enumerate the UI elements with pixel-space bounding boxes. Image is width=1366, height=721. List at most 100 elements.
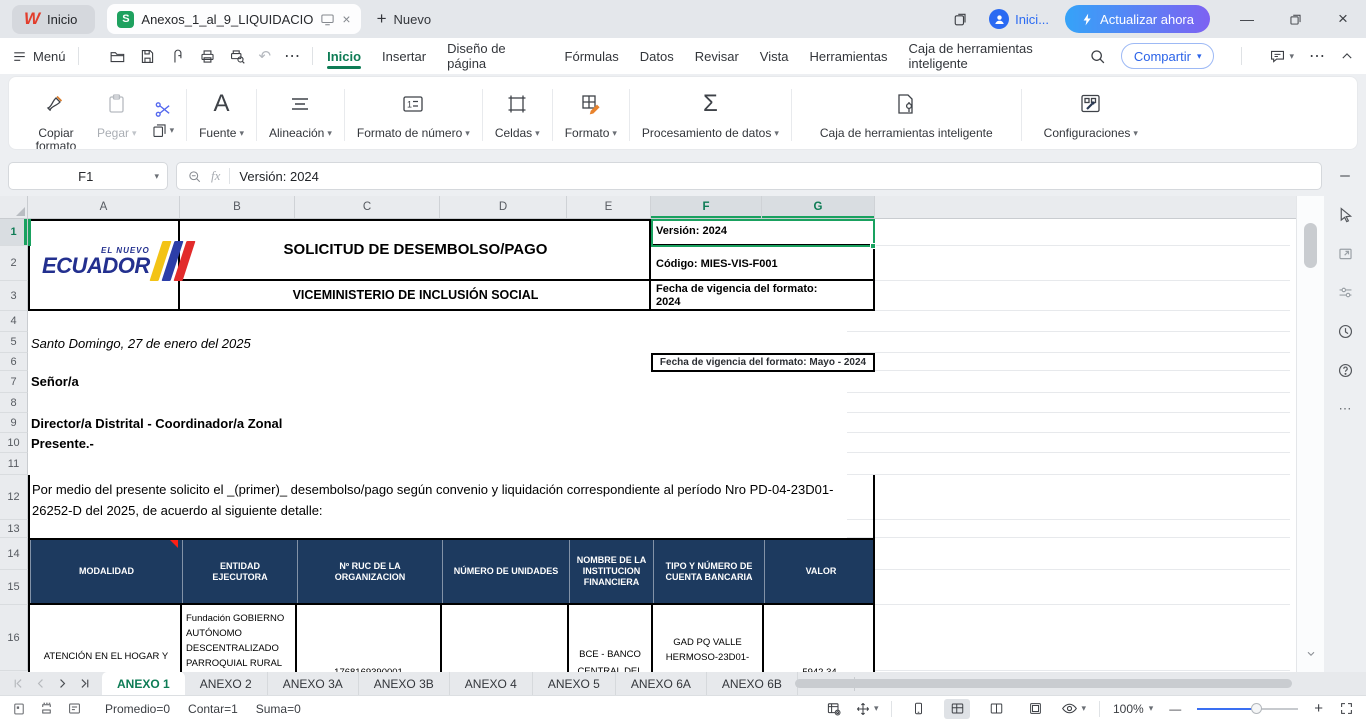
menu-item[interactable]: Caja de herramientas inteligente bbox=[906, 33, 1088, 79]
macro-record-icon[interactable] bbox=[39, 701, 54, 716]
cell-valor[interactable]: 5942.34 bbox=[764, 665, 875, 672]
fx-icon[interactable]: fx bbox=[211, 168, 220, 184]
selected-cell-outline[interactable] bbox=[651, 219, 875, 247]
sheet-tab[interactable]: ANEXO 3A bbox=[268, 672, 359, 695]
share-button[interactable]: Compartir ▾ bbox=[1121, 43, 1215, 69]
row-header[interactable]: 8 bbox=[0, 393, 28, 413]
zoom-slider-knob[interactable] bbox=[1251, 703, 1262, 714]
new-tab-button[interactable]: + Nuevo bbox=[377, 9, 432, 29]
document-tab[interactable]: S Anexos_1_al_9_LIQUIDACIONE × bbox=[107, 4, 360, 34]
column-header[interactable]: G bbox=[762, 196, 875, 218]
cell-city-date[interactable]: Santo Domingo, 27 de enero del 2025 bbox=[31, 336, 251, 351]
number-format-group-button[interactable]: 1 Formato de número▾ bbox=[347, 83, 480, 147]
row-header[interactable]: 14 bbox=[0, 538, 28, 570]
settings-group-button[interactable]: Configuraciones▾ bbox=[1024, 83, 1158, 147]
open-folder-icon[interactable] bbox=[109, 48, 126, 65]
cell-body-paragraph[interactable]: Por medio del presente solicito el _(pri… bbox=[32, 479, 872, 521]
cell-codigo[interactable]: Código: MIES-VIS-F001 bbox=[656, 258, 778, 271]
sheet-tab[interactable]: ANEXO 6B bbox=[707, 672, 798, 695]
menu-item[interactable]: Datos bbox=[638, 41, 676, 72]
row-header[interactable]: 15 bbox=[0, 570, 28, 605]
cells-canvas[interactable]: EL NUEVO ECUADOR SOLICITUD DE DESEMBOLSO… bbox=[28, 219, 1296, 672]
restore-button[interactable] bbox=[1282, 6, 1308, 32]
format-painter-button[interactable]: Copiar formato bbox=[29, 85, 83, 150]
smart-toolbox-group-button[interactable]: Caja de herramientas inteligente bbox=[794, 83, 1019, 147]
cell-vigencia-mayo[interactable]: Fecha de vigencia del formato: Mayo - 20… bbox=[651, 353, 875, 372]
update-now-button[interactable]: Actualizar ahora bbox=[1065, 5, 1210, 33]
first-sheet-icon[interactable] bbox=[10, 676, 26, 692]
row-header[interactable]: 6 bbox=[0, 353, 28, 371]
row-header[interactable]: 16 bbox=[0, 605, 28, 671]
cell-cuenta[interactable]: GAD PQ VALLE HERMOSO-23D01- bbox=[653, 635, 762, 665]
close-window-button[interactable]: × bbox=[1330, 6, 1356, 32]
more-tools-icon[interactable]: ⋯ bbox=[1339, 401, 1352, 417]
last-sheet-icon[interactable] bbox=[76, 676, 92, 692]
select-all-corner[interactable] bbox=[0, 196, 28, 218]
sheet-tab[interactable]: ANEXO 2 bbox=[185, 672, 268, 695]
home-tab[interactable]: W Inicio bbox=[12, 5, 95, 34]
cell-presente[interactable]: Presente.- bbox=[31, 436, 94, 451]
row-header[interactable]: 2 bbox=[0, 246, 28, 281]
menu-item[interactable]: Diseño de página bbox=[445, 33, 545, 79]
cell-modalidad[interactable]: ATENCIÓN EN EL HOGAR Y bbox=[30, 649, 182, 664]
reading-mode-icon[interactable]: ▾ bbox=[1061, 700, 1086, 717]
name-box[interactable]: F1 ▾ bbox=[8, 162, 168, 190]
row-header[interactable]: 7 bbox=[0, 371, 28, 393]
undo-icon[interactable]: ↶ bbox=[259, 47, 272, 65]
more-menu-icon[interactable]: ⋯ bbox=[1309, 46, 1325, 66]
output-pdf-icon[interactable] bbox=[169, 48, 186, 65]
column-header[interactable]: D bbox=[440, 196, 567, 218]
print-icon[interactable] bbox=[199, 48, 216, 65]
column-header[interactable]: B bbox=[180, 196, 295, 218]
cell-vigencia[interactable]: Fecha de vigencia del formato: 2024 bbox=[656, 283, 817, 309]
menu-item[interactable]: Fórmulas bbox=[563, 41, 621, 72]
screen-share-icon[interactable] bbox=[320, 12, 335, 27]
cell-institucion-line1[interactable]: BCE - BANCO bbox=[569, 647, 651, 662]
column-header[interactable]: A bbox=[28, 196, 180, 218]
horizontal-scrollbar-thumb[interactable] bbox=[795, 679, 1292, 688]
cell-title[interactable]: SOLICITUD DE DESEMBOLSO/PAGO bbox=[180, 219, 651, 279]
more-quick-actions-icon[interactable]: ⋯ bbox=[284, 46, 300, 66]
paste-button[interactable]: Pegar▾ bbox=[97, 85, 137, 150]
table-header-cell[interactable]: NOMBRE DE LA INSTITUCION FINANCIERA bbox=[569, 540, 653, 603]
zoom-level-button[interactable]: 100%▾ bbox=[1113, 702, 1153, 716]
search-icon[interactable] bbox=[1089, 48, 1106, 65]
zoom-out-button[interactable]: — bbox=[1166, 702, 1184, 716]
copy-button[interactable]: ▾ bbox=[151, 122, 175, 139]
scroll-down-icon[interactable] bbox=[1305, 648, 1317, 660]
menu-item[interactable]: Inicio bbox=[325, 41, 363, 72]
row-header[interactable]: 1 bbox=[0, 219, 28, 246]
history-icon[interactable] bbox=[1337, 323, 1354, 340]
normal-view-icon[interactable] bbox=[944, 699, 970, 719]
cell-subtitle[interactable]: VICEMINISTERIO DE INCLUSIÓN SOCIAL bbox=[180, 279, 651, 311]
table-header-cell[interactable]: MODALIDAD bbox=[30, 540, 182, 603]
account-button[interactable]: Inici... bbox=[989, 9, 1049, 29]
table-data-row[interactable]: ATENCIÓN EN EL HOGAR Y Fundación GOBIERN… bbox=[28, 605, 875, 672]
save-icon[interactable] bbox=[139, 48, 156, 65]
mobile-view-icon[interactable] bbox=[905, 699, 931, 719]
formula-input[interactable]: fx Versión: 2024 bbox=[176, 162, 1322, 190]
page-break-view-icon[interactable] bbox=[983, 699, 1009, 719]
row-header[interactable]: 3 bbox=[0, 281, 28, 311]
adjust-settings-icon[interactable] bbox=[1337, 284, 1354, 301]
close-doc-icon[interactable]: × bbox=[342, 11, 350, 27]
cell-entidad[interactable]: Fundación GOBIERNO AUTÓNOMO DESCENTRALIZ… bbox=[186, 611, 292, 671]
row-header[interactable]: 13 bbox=[0, 520, 28, 538]
fit-selection-icon[interactable]: ▾ bbox=[855, 701, 879, 717]
data-processing-group-button[interactable]: Σ Procesamiento de datos▾ bbox=[632, 83, 789, 147]
cell-institucion-line2[interactable]: CENTRAL DEL bbox=[569, 664, 651, 672]
table-header-cell[interactable]: VALOR bbox=[764, 540, 877, 603]
minimize-button[interactable]: — bbox=[1234, 6, 1260, 32]
row-header[interactable]: 5 bbox=[0, 332, 28, 353]
previous-sheet-icon[interactable] bbox=[32, 676, 48, 692]
page-layout-view-icon[interactable] bbox=[1022, 699, 1048, 719]
cell-ruc[interactable]: 1768169390001 bbox=[297, 665, 440, 672]
sheet-tab[interactable]: ANEXO 5 bbox=[533, 672, 616, 695]
next-sheet-icon[interactable] bbox=[54, 676, 70, 692]
help-icon[interactable] bbox=[1337, 362, 1354, 379]
tabs-overview-icon[interactable] bbox=[947, 6, 973, 32]
menu-item[interactable]: Revisar bbox=[693, 41, 741, 72]
format-group-button[interactable]: Formato▾ bbox=[555, 83, 627, 147]
row-header[interactable]: 9 bbox=[0, 413, 28, 433]
sheet-tab[interactable]: ANEXO 6A bbox=[616, 672, 707, 695]
